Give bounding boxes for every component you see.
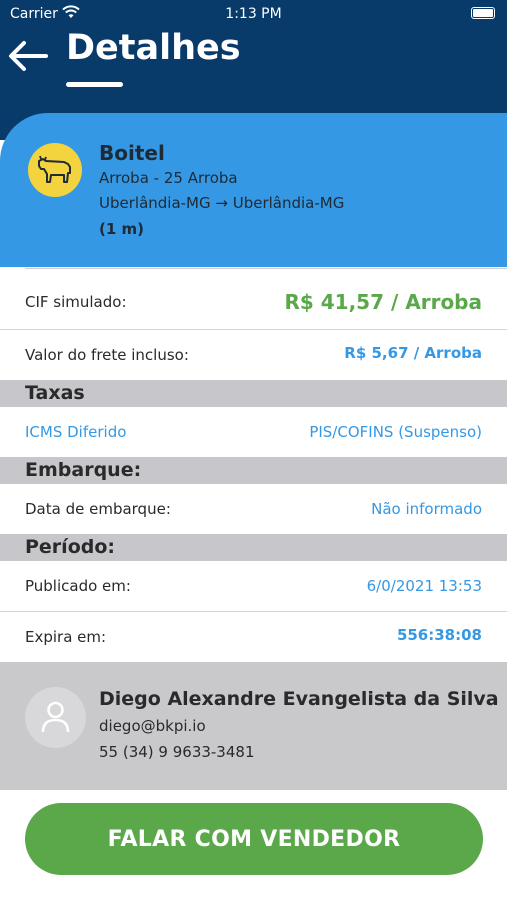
freight-row: Valor do frete incluso: R$ 5,67 / Arroba [0, 330, 507, 380]
product-unit: Arroba - 25 Arroba [99, 169, 238, 187]
back-arrow-icon[interactable] [6, 38, 48, 74]
published-label: Publicado em: [25, 577, 131, 595]
card-divider [25, 268, 507, 269]
status-bar: Carrier 1:13 PM [0, 0, 507, 28]
cif-value: R$ 41,57 / Arroba [284, 290, 482, 314]
seller-phone[interactable]: 55 (34) 9 9633-3481 [99, 743, 255, 761]
taxes-header: Taxas [25, 382, 85, 404]
cif-label: CIF simulado: [25, 293, 127, 311]
seller-name: Diego Alexandre Evangelista da Silva [99, 688, 499, 710]
shipping-section-header: Embarque: [0, 457, 507, 484]
status-time: 1:13 PM [225, 6, 282, 22]
avatar [25, 687, 86, 748]
expires-row: Expira em: 556:38:08 [0, 612, 507, 662]
seller-email[interactable]: diego@bkpi.io [99, 717, 206, 735]
taxes-row: ICMS Diferido PIS/COFINS (Suspenso) [0, 407, 507, 457]
pis-cofins-label: PIS/COFINS (Suspenso) [309, 423, 482, 441]
shipping-date-label: Data de embarque: [25, 500, 171, 518]
shipping-date-value: Não informado [371, 500, 482, 518]
product-avatar [28, 143, 82, 197]
title-underline [66, 82, 123, 87]
published-value: 6/0/2021 13:53 [366, 577, 482, 595]
product-duration: (1 m) [99, 220, 144, 238]
product-card: Boitel Arroba - 25 Arroba Uberlândia-MG … [0, 113, 507, 267]
cif-row: CIF simulado: R$ 41,57 / Arroba [0, 277, 507, 330]
icms-label: ICMS Diferido [25, 423, 127, 441]
battery-icon [471, 7, 495, 19]
expires-value: 556:38:08 [396, 626, 482, 644]
shipping-header: Embarque: [25, 459, 142, 481]
cow-icon [38, 155, 71, 183]
seller-card: Diego Alexandre Evangelista da Silva die… [0, 662, 507, 790]
expires-label: Expira em: [25, 628, 107, 646]
page-title: Detalhes [66, 28, 241, 68]
shipping-date-row: Data de embarque: Não informado [0, 484, 507, 534]
user-icon [41, 701, 70, 733]
published-row: Publicado em: 6/0/2021 13:53 [0, 561, 507, 612]
taxes-section-header: Taxas [0, 380, 507, 407]
freight-value: R$ 5,67 / Arroba [344, 344, 482, 362]
product-name: Boitel [99, 141, 165, 165]
freight-label: Valor do frete incluso: [25, 346, 189, 364]
period-section-header: Período: [0, 534, 507, 561]
product-route: Uberlândia-MG → Uberlândia-MG [99, 194, 345, 212]
period-header: Período: [25, 536, 115, 558]
talk-to-seller-button[interactable]: FALAR COM VENDEDOR [25, 803, 483, 875]
